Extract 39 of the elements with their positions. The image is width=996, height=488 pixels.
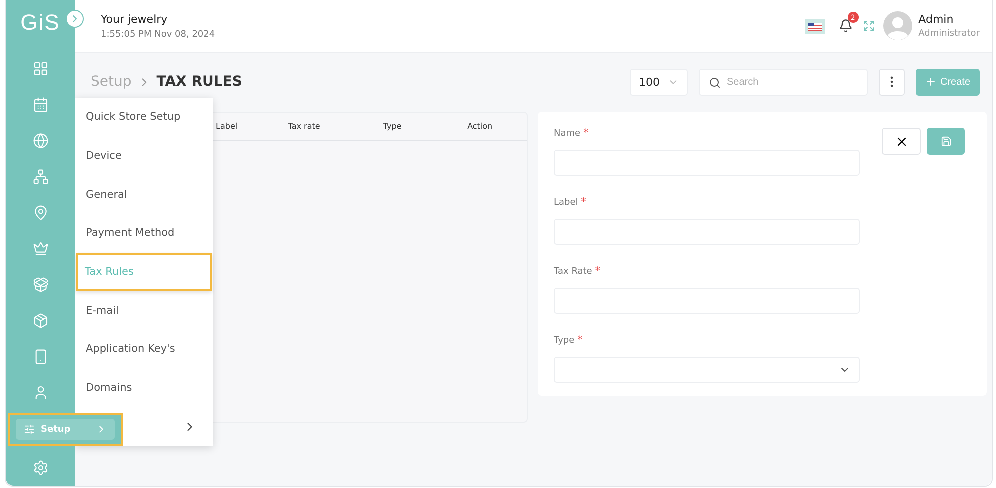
column-header: Label <box>216 122 239 131</box>
menu-item[interactable]: General <box>76 175 212 214</box>
date-time: 1:55:05 PM Nov 08, 2024 <box>101 30 216 40</box>
field-label: Label <box>554 198 578 208</box>
page-size-select[interactable]: 100 <box>630 68 688 96</box>
sidebar-toggle[interactable] <box>66 10 84 28</box>
column-header: Type <box>383 122 403 131</box>
close-button[interactable] <box>882 128 921 155</box>
store-name: Your jewelry <box>101 12 169 26</box>
page-title: TAX RULES <box>156 74 242 90</box>
fullscreen-icon[interactable] <box>862 20 875 32</box>
more-button[interactable] <box>879 68 905 96</box>
sliders-icon <box>24 424 35 435</box>
avatar[interactable] <box>882 11 913 41</box>
save-button[interactable] <box>927 128 965 155</box>
menu-item[interactable]: Payment Method <box>76 214 212 253</box>
required-mark: * <box>595 267 600 276</box>
required-mark: * <box>578 336 583 345</box>
bell-icon[interactable] <box>838 19 853 33</box>
search-icon <box>709 76 721 88</box>
user-role: Administrator <box>918 29 980 39</box>
field-label: Type <box>554 336 575 346</box>
column-header: Tax rate <box>288 122 322 131</box>
flag-icon[interactable] <box>804 18 825 34</box>
menu-item[interactable]: Quick Store Setup <box>76 98 212 137</box>
field-label: Name <box>554 129 581 139</box>
user-name: Admin <box>918 13 955 26</box>
menu-item[interactable]: Domains <box>76 368 212 408</box>
menu-item[interactable]: E-mail <box>76 291 212 330</box>
menu-item[interactable]: Device <box>76 136 212 176</box>
column-header: Action <box>468 122 494 131</box>
field-label: Tax Rate <box>554 267 592 277</box>
plus-icon <box>925 76 938 88</box>
required-mark: * <box>584 129 589 138</box>
type-select[interactable] <box>554 357 860 383</box>
required-mark: * <box>581 198 586 207</box>
logo: GiS <box>20 10 60 37</box>
search-field[interactable]: Search <box>699 68 868 96</box>
menu-item[interactable]: Application Key's <box>76 330 212 369</box>
